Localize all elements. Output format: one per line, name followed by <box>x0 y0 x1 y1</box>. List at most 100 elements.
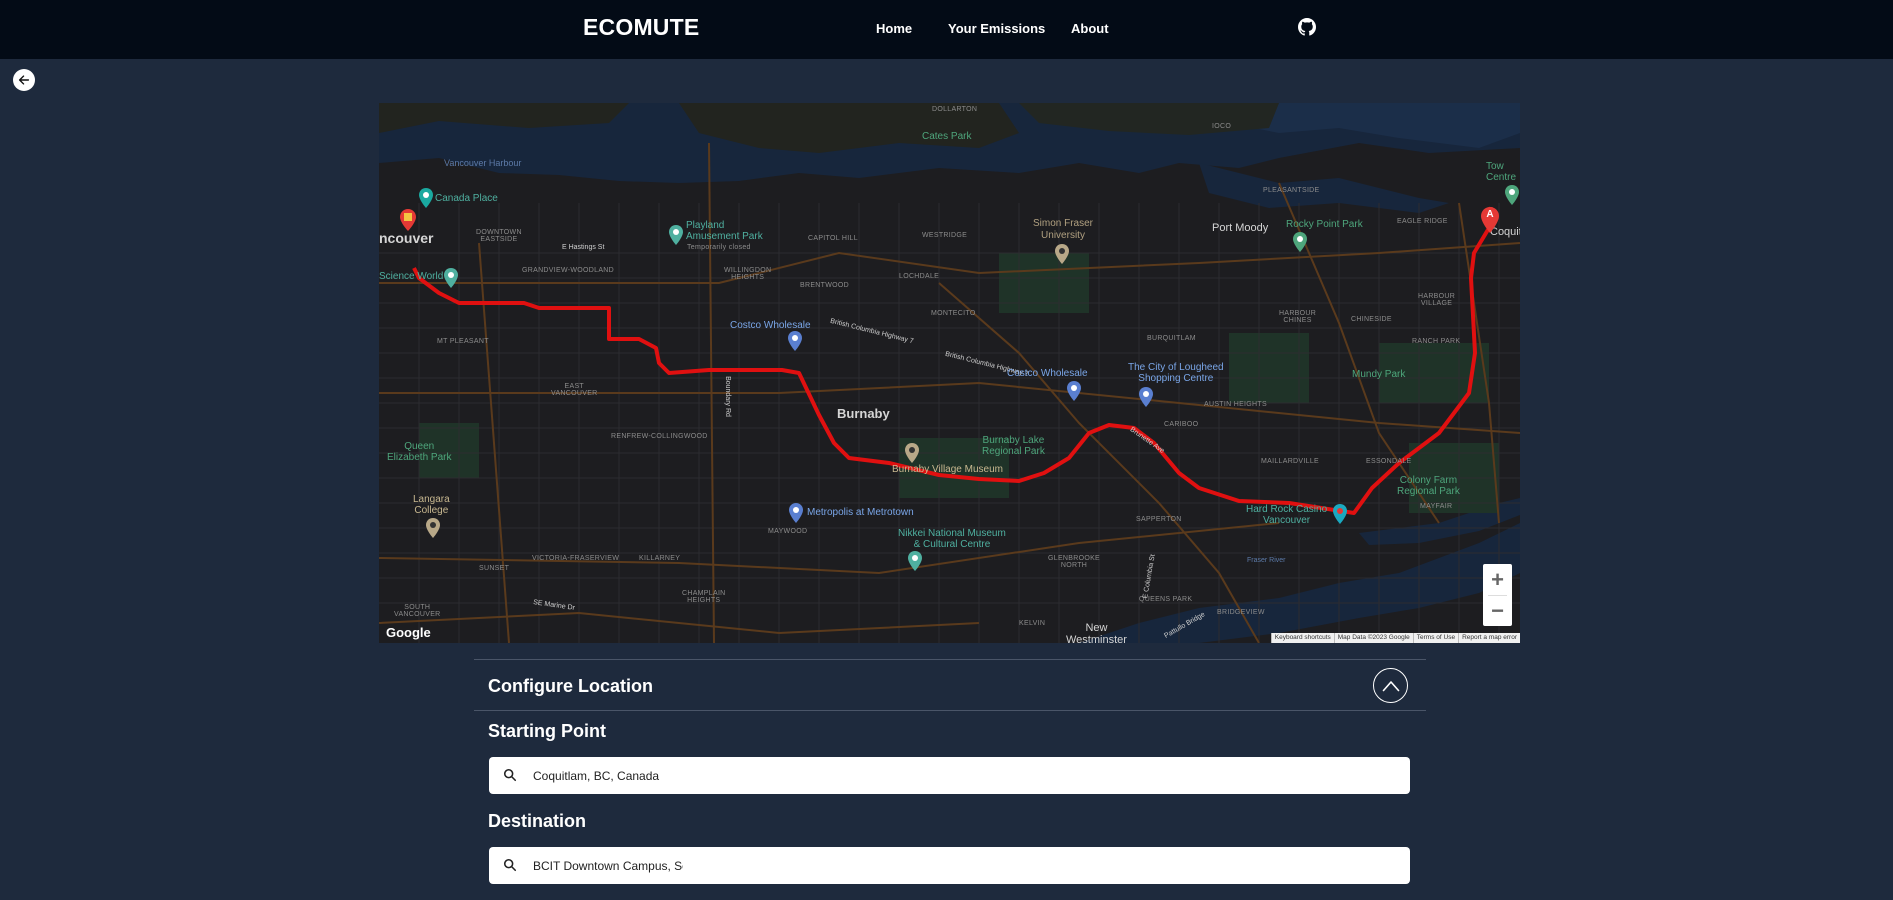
map-label-town-centre: Tow Centre <box>1486 161 1517 183</box>
burnaby-village-pin-icon[interactable] <box>905 443 919 463</box>
map-label-capitol-hill: CAPITOL HILL <box>808 235 858 242</box>
map-label-east-vancouver: EAST VANCOUVER <box>551 383 598 397</box>
town-centre-pin-icon[interactable] <box>1505 185 1519 205</box>
map-label-renfrew: RENFREW-COLLINGWOOD <box>611 433 708 440</box>
map-label-downtown-eastside: DOWNTOWN EASTSIDE <box>476 229 522 243</box>
map-label-champlain: CHAMPLAIN HEIGHTS <box>682 590 726 604</box>
map-label-kelvin: KELVIN <box>1019 620 1046 627</box>
map-label-vancouver: ncouver <box>379 230 434 246</box>
map-label-grandview: GRANDVIEW-WOODLAND <box>522 267 614 274</box>
map-label-canada-place: Canada Place <box>435 193 498 204</box>
map-label-langara: Langara College <box>413 494 450 516</box>
map-label-mundy-park: Mundy Park <box>1352 369 1406 380</box>
map-label-sunset: SUNSET <box>479 565 510 572</box>
report-map-error-link[interactable]: Report a map error <box>1458 633 1520 643</box>
starting-point-input[interactable] <box>533 757 683 794</box>
map-label-mt-pleasant: MT PLEASANT <box>437 338 489 345</box>
destination-marker-icon[interactable] <box>400 209 416 231</box>
map-label-mayfair: MAYFAIR <box>1420 503 1453 510</box>
map-label-costco-2: Costco Wholesale <box>1007 368 1088 379</box>
map-label-victoria-fraserview: VICTORIA-FRASERVIEW <box>532 555 620 562</box>
metropolis-pin-icon[interactable] <box>789 503 803 523</box>
chevron-up-icon <box>1382 680 1399 691</box>
map-label-montecito: MONTECITO <box>931 310 976 317</box>
zoom-control: + − <box>1483 564 1512 626</box>
configure-location-header[interactable]: Configure Location <box>474 659 1426 711</box>
costco-1-pin-icon[interactable] <box>788 331 802 351</box>
map-label-science-world: Science World <box>379 271 444 282</box>
map-label-lougheed: The City of Lougheed Shopping Centre <box>1128 362 1224 384</box>
sfu-pin-icon[interactable] <box>1055 244 1069 264</box>
map-label-chineside: CHINESIDE <box>1351 316 1392 323</box>
map-attribution: Keyboard shortcuts Map Data ©2023 Google… <box>1270 633 1520 643</box>
zoom-in-button[interactable]: + <box>1483 564 1512 595</box>
map-label-temporarily-closed: Temporarily closed <box>687 244 751 251</box>
map-label-essondale: ESSONDALE <box>1366 458 1412 465</box>
map-label-glenbrooke: GLENBROOKE NORTH <box>1048 555 1101 569</box>
map-label-burnaby-lake: Burnaby Lake Regional Park <box>982 435 1045 457</box>
navbar: ECOMUTE Home Your Emissions About <box>0 0 1893 59</box>
map-label-willingdon: WILLINGDON HEIGHTS <box>724 267 772 281</box>
map-label-eagle-ridge: EAGLE RIDGE <box>1397 218 1448 225</box>
brand-logo[interactable]: ECOMUTE <box>583 14 699 41</box>
map-label-ranch-park: RANCH PARK <box>1412 338 1461 345</box>
canada-place-pin-icon[interactable] <box>419 188 433 208</box>
starting-point-field[interactable] <box>489 757 1410 794</box>
map-label-boundary-rd: Boundary Rd <box>723 376 731 417</box>
map-label-pleasantside: PLEASANTSIDE <box>1263 187 1320 194</box>
map-label-playland: Playland Amusement Park <box>686 220 763 242</box>
start-marker-label: A <box>1486 209 1494 220</box>
back-button[interactable] <box>13 69 35 91</box>
nikkei-pin-icon[interactable] <box>908 551 922 571</box>
lougheed-pin-icon[interactable] <box>1139 387 1153 407</box>
route-map[interactable]: DOLLARTON Cates Park IOCO Vancouver Harb… <box>379 103 1520 643</box>
map-label-dollarton: DOLLARTON <box>932 106 978 113</box>
map-label-burquitlam: BURQUITLAM <box>1147 335 1196 342</box>
langara-pin-icon[interactable] <box>426 518 440 538</box>
map-label-e-hastings: E Hastings St <box>562 244 605 251</box>
arrow-left-icon <box>18 75 30 85</box>
playland-pin-icon[interactable] <box>669 225 683 245</box>
nav-home-link[interactable]: Home <box>876 21 912 36</box>
search-icon <box>503 858 517 872</box>
configure-location-panel: Configure Location Starting Point Destin… <box>474 659 1426 884</box>
keyboard-shortcuts-link[interactable]: Keyboard shortcuts <box>1270 633 1334 643</box>
map-label-lochdale: LOCHDALE <box>899 273 940 280</box>
map-label-fraser-river: Fraser River <box>1247 557 1286 564</box>
map-label-killarney: KILLARNEY <box>639 555 681 562</box>
map-label-queen-elizabeth: Queen Elizabeth Park <box>387 441 452 463</box>
costco-2-pin-icon[interactable] <box>1067 381 1081 401</box>
hard-rock-pin-icon[interactable] <box>1333 504 1347 524</box>
nav-about-link[interactable]: About <box>1071 21 1109 36</box>
map-label-south-vancouver: SOUTH VANCOUVER <box>394 604 441 618</box>
rocky-point-pin-icon[interactable] <box>1293 232 1307 252</box>
map-label-port-moody: Port Moody <box>1212 222 1269 234</box>
science-world-pin-icon[interactable] <box>444 268 458 288</box>
terms-of-use-link[interactable]: Terms of Use <box>1412 633 1459 643</box>
map-label-maillardville: MAILLARDVILLE <box>1261 458 1319 465</box>
starting-point-label: Starting Point <box>488 721 606 741</box>
destination-input[interactable] <box>533 847 683 884</box>
map-label-ioco: IOCO <box>1212 123 1232 130</box>
collapse-button[interactable] <box>1373 668 1408 703</box>
map-label-cariboo: CARIBOO <box>1164 421 1199 428</box>
google-logo[interactable]: Google <box>386 625 431 640</box>
map-label-burnaby-village: Burnaby Village Museum <box>892 464 1003 475</box>
map-label-sfu: Simon Fraser University <box>1033 218 1094 241</box>
map-label-hard-rock: Hard Rock Casino Vancouver <box>1246 504 1328 526</box>
github-icon[interactable] <box>1298 18 1316 36</box>
map-label-cates-park: Cates Park <box>922 131 972 142</box>
destination-field[interactable] <box>489 847 1410 884</box>
map-label-costco-1: Costco Wholesale <box>730 320 811 331</box>
map-label-harbour-chines: HARBOUR CHINES <box>1279 310 1317 324</box>
map-label-burnaby: Burnaby <box>837 406 890 421</box>
map-label-brentwood: BRENTWOOD <box>800 282 849 289</box>
configure-location-title: Configure Location <box>488 676 653 696</box>
search-icon <box>503 768 517 782</box>
nav-your-emissions-link[interactable]: Your Emissions <box>948 21 1045 36</box>
map-base-layer <box>379 103 1520 643</box>
zoom-out-button[interactable]: − <box>1483 595 1512 626</box>
map-label-westridge: WESTRIDGE <box>922 232 968 239</box>
map-label-maywood: MAYWOOD <box>768 528 808 535</box>
map-label-bridgeview: BRIDGEVIEW <box>1217 609 1265 616</box>
